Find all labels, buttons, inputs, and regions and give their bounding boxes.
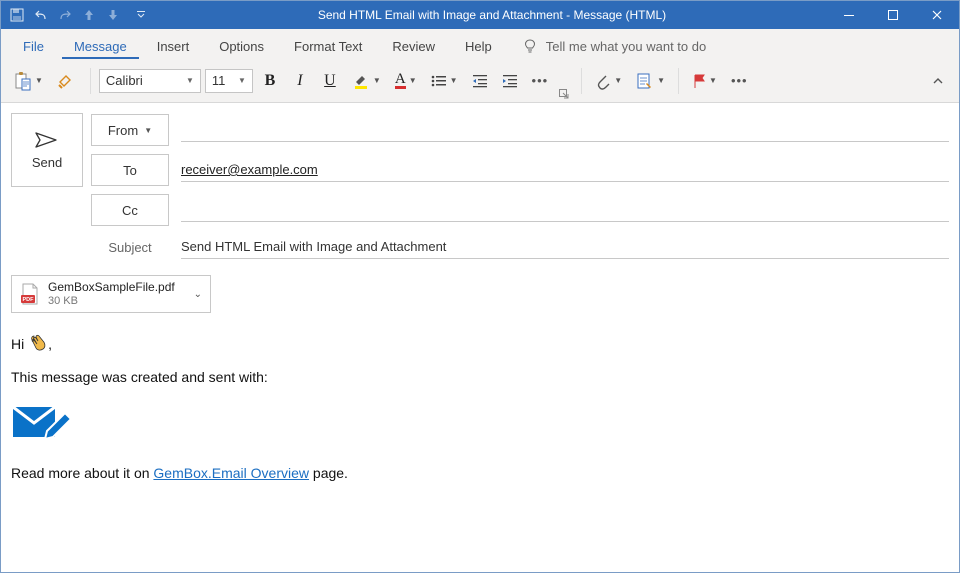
tell-me-search[interactable]: Tell me what you want to do: [522, 38, 706, 59]
attachment-chip[interactable]: PDF GemBoxSampleFile.pdf 30 KB ⌄: [11, 275, 211, 313]
from-label: From: [108, 123, 138, 138]
save-icon[interactable]: [9, 7, 25, 23]
collapse-ribbon-button[interactable]: [925, 68, 951, 94]
font-family-combo[interactable]: Calibri▼: [99, 69, 201, 93]
font-color-button[interactable]: A▼: [390, 68, 422, 94]
tab-options[interactable]: Options: [207, 33, 276, 59]
to-field[interactable]: receiver@example.com: [181, 158, 949, 182]
tab-insert[interactable]: Insert: [145, 33, 202, 59]
attach-file-button[interactable]: ▼: [590, 68, 627, 94]
attachment-menu-icon[interactable]: ⌄: [194, 289, 202, 300]
send-icon: [34, 131, 60, 149]
from-field[interactable]: [181, 118, 949, 142]
font-size-combo[interactable]: 11▼: [205, 69, 253, 93]
font-family-value: Calibri: [106, 73, 143, 88]
waving-hand-icon: [28, 333, 48, 353]
to-recipient-chip[interactable]: receiver@example.com: [181, 162, 318, 177]
tab-review[interactable]: Review: [380, 33, 447, 59]
more-formatting-button[interactable]: •••: [527, 68, 554, 94]
decrease-indent-button[interactable]: [467, 68, 493, 94]
body-line-2: This message was created and sent with:: [11, 369, 949, 385]
attachment-filename: GemBoxSampleFile.pdf: [48, 280, 175, 294]
down-arrow-icon[interactable]: [105, 7, 121, 23]
body-greeting: Hi ,: [11, 333, 949, 353]
tell-me-placeholder: Tell me what you want to do: [546, 39, 706, 54]
subject-field[interactable]: Send HTML Email with Image and Attachmen…: [181, 235, 949, 259]
attachment-size: 30 KB: [48, 294, 175, 308]
underline-button[interactable]: U: [317, 68, 343, 94]
svg-text:PDF: PDF: [23, 297, 35, 303]
window-buttons: [827, 1, 959, 29]
maximize-button[interactable]: [871, 1, 915, 29]
format-painter-button[interactable]: [52, 68, 82, 94]
gembox-overview-link[interactable]: GemBox.Email Overview: [153, 465, 309, 481]
subject-label: Subject: [91, 240, 169, 255]
from-button[interactable]: From ▼: [91, 114, 169, 146]
dialog-launcher-icon[interactable]: [559, 89, 569, 99]
signature-button[interactable]: ▼: [631, 68, 670, 94]
send-button[interactable]: Send: [11, 113, 83, 187]
cc-button[interactable]: Cc: [91, 194, 169, 226]
message-body[interactable]: Hi , This message was created and sent w…: [1, 313, 959, 507]
follow-up-flag-button[interactable]: ▼: [687, 68, 722, 94]
lightbulb-icon: [522, 38, 538, 54]
bold-button[interactable]: B: [257, 68, 283, 94]
ribbon-tabs: File Message Insert Options Format Text …: [1, 29, 959, 59]
ribbon-toolbar: ▼ Calibri▼ 11▼ B I U ▼ A▼ ▼ ••• ▼ ▼ ▼ ••…: [1, 59, 959, 103]
to-button[interactable]: To: [91, 154, 169, 186]
chevron-down-icon: ▼: [144, 126, 152, 135]
bullets-button[interactable]: ▼: [426, 68, 463, 94]
tab-format-text[interactable]: Format Text: [282, 33, 374, 59]
body-read-more: Read more about it on GemBox.Email Overv…: [11, 465, 949, 481]
increase-indent-button[interactable]: [497, 68, 523, 94]
redo-icon[interactable]: [57, 7, 73, 23]
email-logo-image: [11, 401, 949, 451]
tab-file[interactable]: File: [11, 33, 56, 59]
highlight-button[interactable]: ▼: [347, 68, 386, 94]
tab-help[interactable]: Help: [453, 33, 504, 59]
window-title: Send HTML Email with Image and Attachmen…: [157, 8, 827, 22]
close-button[interactable]: [915, 1, 959, 29]
title-bar: Send HTML Email with Image and Attachmen…: [1, 1, 959, 29]
font-size-value: 11: [212, 73, 226, 88]
italic-button[interactable]: I: [287, 68, 313, 94]
quick-access-toolbar: [1, 7, 157, 23]
minimize-button[interactable]: [827, 1, 871, 29]
compose-header: Send From ▼ To receiver@example.com Cc S…: [1, 103, 959, 313]
up-arrow-icon[interactable]: [81, 7, 97, 23]
tab-message[interactable]: Message: [62, 33, 139, 59]
pdf-file-icon: PDF: [20, 283, 40, 305]
cc-field[interactable]: [181, 198, 949, 222]
to-label: To: [123, 163, 137, 178]
more-commands-button[interactable]: •••: [726, 68, 753, 94]
undo-icon[interactable]: [33, 7, 49, 23]
cc-label: Cc: [122, 203, 138, 218]
qat-customize-icon[interactable]: [133, 7, 149, 23]
send-label: Send: [32, 155, 62, 170]
paste-button[interactable]: ▼: [9, 68, 48, 94]
